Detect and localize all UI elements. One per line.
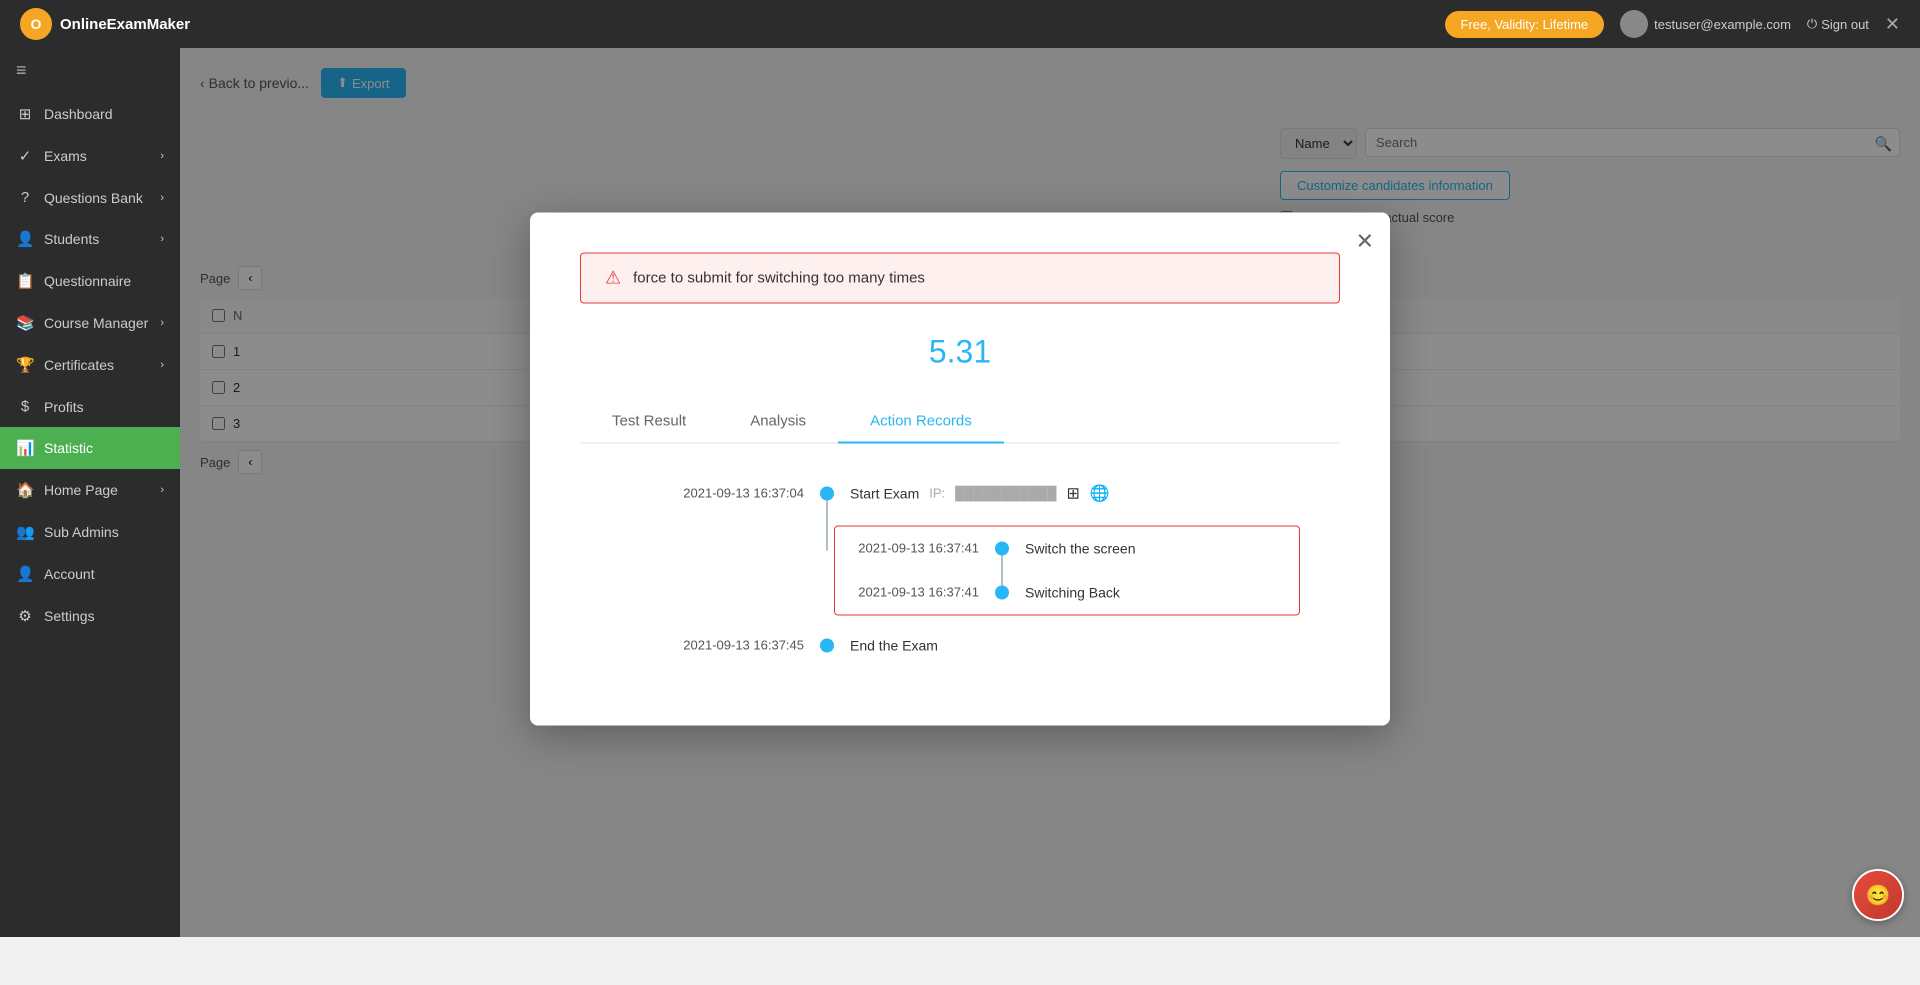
course-manager-icon: 📚 [16,314,34,332]
timeline-row-start-exam: 2021-09-13 16:37:04 Start Exam IP: █████… [620,473,1300,513]
chevron-right-icon-5: › [160,359,164,371]
browser-icon: 🌐 [1090,483,1110,503]
timeline-content-3: Switching Back [1009,574,1136,610]
sidebar-item-sub-admins[interactable]: 👥 Sub Admins [0,511,180,553]
tab-action-records[interactable]: Action Records [838,400,1004,443]
sidebar-label-exams: Exams [44,148,87,164]
sidebar-label-certificates: Certificates [44,357,114,373]
alert-message: force to submit for switching too many t… [633,269,925,286]
alert-banner: ⚠ force to submit for switching too many… [580,252,1340,303]
sidebar-item-statistic[interactable]: 📊 Statistic [0,427,180,469]
sidebar-item-certificates[interactable]: 🏆 Certificates › [0,344,180,386]
sidebar-label-questions-bank: Questions Bank [44,190,143,206]
app-name: OnlineExamMaker [60,16,190,33]
score-display: 5.31 [580,333,1340,370]
timeline-action-4: End the Exam [850,637,938,653]
score-value: 5.31 [929,333,991,369]
timeline-content-4: End the Exam [834,627,954,663]
timeline-ip-label: IP: [929,486,945,501]
sidebar-label-account: Account [44,566,95,582]
modal-tabs: Test Result Analysis Action Records [580,400,1340,443]
timeline-dot-3 [995,585,1009,599]
timeline-dot-4 [820,638,834,652]
sidebar-toggle[interactable]: ≡ [0,48,180,93]
exams-icon: ✓ [16,147,34,165]
certificates-icon: 🏆 [16,356,34,374]
user-info: testuser@example.com [1620,10,1791,38]
chevron-right-icon-2: › [160,192,164,204]
sidebar-item-homepage[interactable]: 🏠 Home Page › [0,469,180,511]
timeline-action-3: Switching Back [1025,584,1120,600]
bottom-avatar[interactable]: 😊 [1852,869,1904,921]
sidebar-label-sub-admins: Sub Admins [44,524,119,540]
avatar-image: 😊 [1854,871,1902,919]
questionnaire-icon: 📋 [16,272,34,290]
dashboard-icon: ⊞ [16,105,34,123]
profits-icon: $ [16,398,34,415]
sidebar-label-statistic: Statistic [44,440,93,456]
sidebar-item-account[interactable]: 👤 Account [0,553,180,595]
navbar: O OnlineExamMaker Free, Validity: Lifeti… [0,0,1920,48]
sidebar-item-settings[interactable]: ⚙ Settings [0,595,180,637]
account-icon: 👤 [16,565,34,583]
sidebar-label-course-manager: Course Manager [44,315,148,331]
chevron-right-icon-6: › [160,484,164,496]
chevron-right-icon-4: › [160,317,164,329]
sidebar-item-students[interactable]: 👤 Students › [0,218,180,260]
sidebar-label-homepage: Home Page [44,482,118,498]
timeline-date-4: 2021-09-13 16:37:45 [620,638,820,653]
tab-test-result[interactable]: Test Result [580,400,718,443]
students-icon: 👤 [16,230,34,248]
questions-icon: ? [16,189,34,206]
user-name: testuser@example.com [1654,17,1791,32]
sign-out-icon: ⏻ [1807,16,1817,32]
sidebar-item-course-manager[interactable]: 📚 Course Manager › [0,302,180,344]
sidebar-label-profits: Profits [44,399,84,415]
navbar-right: Free, Validity: Lifetime testuser@exampl… [1445,10,1900,38]
action-records-timeline: 2021-09-13 16:37:04 Start Exam IP: █████… [580,473,1340,663]
sidebar-item-questionnaire[interactable]: 📋 Questionnaire [0,260,180,302]
modal: ✕ ⚠ force to submit for switching too ma… [530,212,1390,725]
homepage-icon: 🏠 [16,481,34,499]
sidebar: ≡ ⊞ Dashboard ✓ Exams › ? Questions Bank… [0,48,180,937]
close-navbar-button[interactable]: ✕ [1885,14,1900,35]
sidebar-label-questionnaire: Questionnaire [44,273,131,289]
timeline-date-1: 2021-09-13 16:37:04 [620,486,820,501]
tab-analysis[interactable]: Analysis [718,400,838,443]
timeline-row-switch-screen: 2021-09-13 16:37:41 Switch the screen [835,526,1299,570]
timeline-content-2: Switch the screen [1009,530,1152,566]
sidebar-label-dashboard: Dashboard [44,106,113,122]
sign-out-link[interactable]: ⏻ Sign out [1807,16,1869,32]
timeline-row-switching-back: 2021-09-13 16:37:41 Switching Back [835,570,1299,614]
navbar-logo: O OnlineExamMaker [20,8,190,40]
alert-warning-icon: ⚠ [605,267,621,288]
timeline-date-2: 2021-09-13 16:37:41 [835,541,995,556]
timeline-row-end-exam: 2021-09-13 16:37:45 End the Exam [620,627,1300,663]
timeline-content-1: Start Exam IP: ███████████ ⊞ 🌐 [834,473,1126,513]
sidebar-item-questions-bank[interactable]: ? Questions Bank › [0,177,180,218]
timeline-dot-2 [995,541,1009,555]
timeline-dot-1 [820,486,834,500]
app-logo-icon: O [20,8,52,40]
sidebar-item-exams[interactable]: ✓ Exams › [0,135,180,177]
sub-admins-icon: 👥 [16,523,34,541]
sidebar-label-students: Students [44,231,99,247]
timeline-action-2: Switch the screen [1025,540,1136,556]
sidebar-item-profits[interactable]: $ Profits [0,386,180,427]
settings-icon: ⚙ [16,607,34,625]
chevron-right-icon: › [160,150,164,162]
timeline-date-3: 2021-09-13 16:37:41 [835,585,995,600]
modal-close-button[interactable]: ✕ [1356,228,1374,254]
timeline-ip-value: ███████████ [955,486,1056,501]
highlighted-events-box: 2021-09-13 16:37:41 Switch the screen 20… [834,525,1300,615]
statistic-icon: 📊 [16,439,34,457]
sign-out-label: Sign out [1821,17,1869,32]
sidebar-item-dashboard[interactable]: ⊞ Dashboard [0,93,180,135]
timeline-action-1: Start Exam [850,485,919,501]
sidebar-label-settings: Settings [44,608,95,624]
windows-icon: ⊞ [1066,483,1079,503]
chevron-right-icon-3: › [160,233,164,245]
user-avatar [1620,10,1648,38]
plan-badge[interactable]: Free, Validity: Lifetime [1445,11,1605,38]
